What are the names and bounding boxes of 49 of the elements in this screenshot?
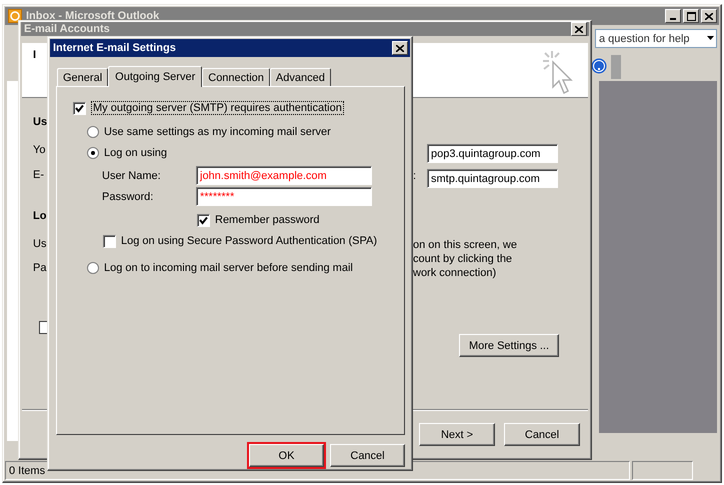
close-icon [396,44,404,52]
radio-label: Log on to incoming mail server before sending mail [104,262,353,274]
cancel-button[interactable]: Cancel [504,423,580,446]
field-label: User Name: [102,170,162,182]
radio-button[interactable] [87,262,99,274]
outlook-icon [8,9,22,23]
ok-button[interactable]: OK [249,444,324,467]
window-title: Inbox - Microsoft Outlook [26,10,160,22]
field-label: : [413,170,416,182]
dialog-title: Internet E-mail Settings [53,42,177,54]
maximize-icon [686,12,696,20]
tab[interactable]: General [57,68,108,86]
help-search-field[interactable]: a question for help [595,29,717,48]
close-button[interactable] [392,41,408,55]
password-field[interactable]: ******** [196,187,372,206]
tab[interactable]: Advanced [270,68,331,86]
next-button[interactable]: Next > [419,423,495,446]
close-icon [575,26,583,32]
checkbox[interactable] [73,102,86,114]
checkbox-label: Log on using Secure Password Authentication (SPA) [121,235,378,247]
field-label: Yo [33,144,46,156]
checkbox-label: Remember password [215,214,320,226]
user-name-field[interactable]: john.smith@example.com [196,166,372,185]
radio-label: Log on using [104,147,167,159]
field-label: Password: [102,190,154,202]
field-label: E- [33,169,44,181]
field-label: Us [33,238,46,250]
cancel-button[interactable]: Cancel [330,444,405,467]
checkbox-label: My outgoing server (SMTP) requires authentication [91,101,344,115]
field-label: Pa [33,262,46,274]
section-heading: Us [33,116,48,128]
help-icon[interactable] [591,58,607,74]
checkbox[interactable] [197,214,210,226]
radio-label: Use same settings as my incoming mail server [104,126,331,138]
dropdown-arrow-icon [707,36,714,40]
status-pane [632,461,693,480]
dialog-title: E-mail Accounts [24,23,111,35]
section-heading: I [33,49,36,61]
more-settings-button[interactable]: More Settings ... [459,334,559,357]
instruction-text: on on this screen, we count by clicking the work connection) [413,238,517,280]
checkbox[interactable] [103,234,116,248]
radio-button[interactable] [87,126,99,138]
tab[interactable]: Connection [202,68,270,86]
section-heading: Lo [33,210,46,222]
outgoing-server-field[interactable]: smtp.quintagroup.com [427,169,558,188]
tab[interactable]: Outgoing Server [108,66,202,87]
incoming-server-field[interactable]: pop3.quintagroup.com [427,144,558,163]
radio-button[interactable] [87,147,99,159]
close-icon [705,12,713,20]
